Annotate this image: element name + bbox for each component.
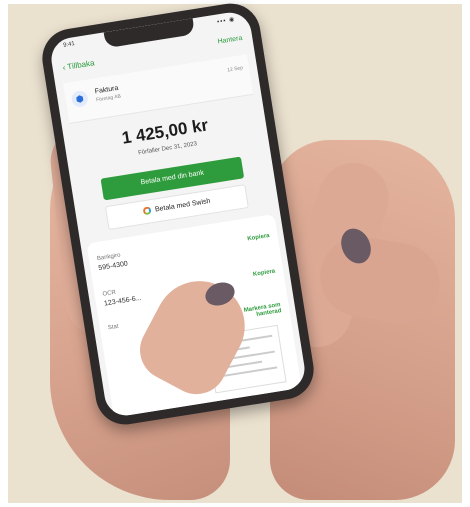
status-time: 9:41 xyxy=(62,41,76,49)
copy-button[interactable]: Kopiera xyxy=(253,269,276,278)
manage-button[interactable]: Hantera xyxy=(217,35,243,46)
invoice-subtitle: Företag AB xyxy=(95,93,122,104)
back-label: Tillbaka xyxy=(66,58,96,72)
shield-icon: ⬢ xyxy=(70,89,89,109)
swish-icon xyxy=(142,206,152,216)
copy-button[interactable]: Kopiera xyxy=(247,233,270,242)
detail-label: Stat xyxy=(107,323,120,332)
detail-label: OCR xyxy=(102,289,117,298)
invoice-date: 12 Sep xyxy=(226,65,244,74)
back-button[interactable]: ‹ Tillbaka xyxy=(62,58,95,72)
swish-label: Betala med Swish xyxy=(154,197,211,214)
detail-value: 595-4300 xyxy=(98,260,129,273)
document-line xyxy=(219,366,278,378)
signal-icon: ▪▪▪ ◉ xyxy=(216,16,236,26)
detail-label: Bankgiro xyxy=(96,252,121,263)
